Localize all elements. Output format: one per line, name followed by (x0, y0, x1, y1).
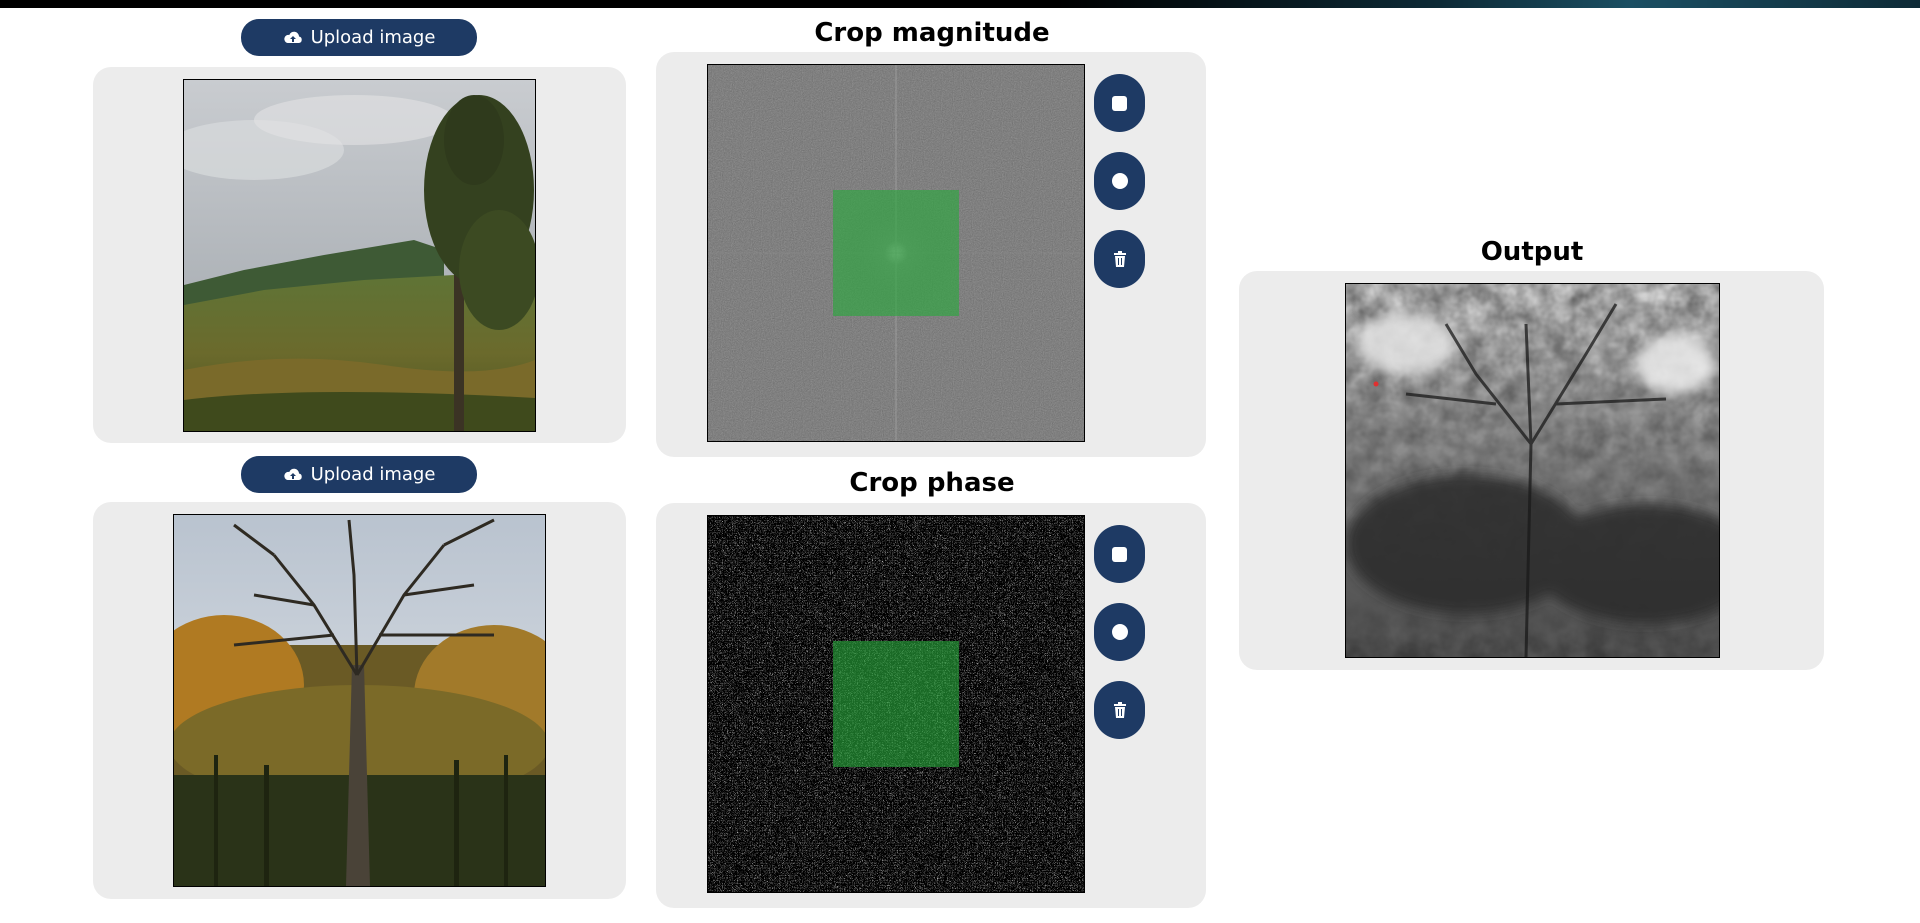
square-select-icon (1112, 95, 1127, 111)
square-select-button-magnitude[interactable] (1094, 74, 1145, 132)
input-image-2[interactable] (173, 514, 546, 887)
crop-selection-magnitude[interactable] (833, 190, 959, 316)
cursor-marker (1373, 381, 1379, 387)
cloud-upload-icon (283, 468, 302, 480)
landscape-image (184, 80, 535, 431)
cloud-upload-icon (283, 31, 302, 43)
upload-image-button-1[interactable]: Upload image (241, 19, 477, 56)
clear-crop-button-magnitude[interactable] (1094, 230, 1145, 288)
crop-phase-title: Crop phase (849, 468, 1015, 498)
circle-select-icon (1111, 624, 1128, 640)
top-banner (0, 0, 1920, 8)
magnitude-spectrum[interactable] (707, 64, 1085, 442)
upload-image-button-2[interactable]: Upload image (241, 456, 477, 493)
crop-magnitude-title: Crop magnitude (814, 18, 1050, 48)
crop-selection-phase[interactable] (833, 641, 959, 767)
clear-crop-button-phase[interactable] (1094, 681, 1145, 739)
trash-icon (1113, 702, 1126, 718)
circle-select-icon (1111, 173, 1128, 189)
circle-select-button-magnitude[interactable] (1094, 152, 1145, 210)
output-title: Output (1480, 237, 1584, 267)
input-image-1[interactable] (183, 79, 536, 432)
upload-label: Upload image (310, 27, 436, 48)
square-select-button-phase[interactable] (1094, 525, 1145, 583)
circle-select-button-phase[interactable] (1094, 603, 1145, 661)
forest-image (174, 515, 545, 886)
upload-label: Upload image (310, 464, 436, 485)
output-image[interactable] (1345, 283, 1720, 658)
reconstructed-image (1346, 284, 1719, 657)
phase-spectrum[interactable] (707, 515, 1085, 893)
square-select-icon (1112, 546, 1127, 562)
trash-icon (1113, 251, 1126, 267)
